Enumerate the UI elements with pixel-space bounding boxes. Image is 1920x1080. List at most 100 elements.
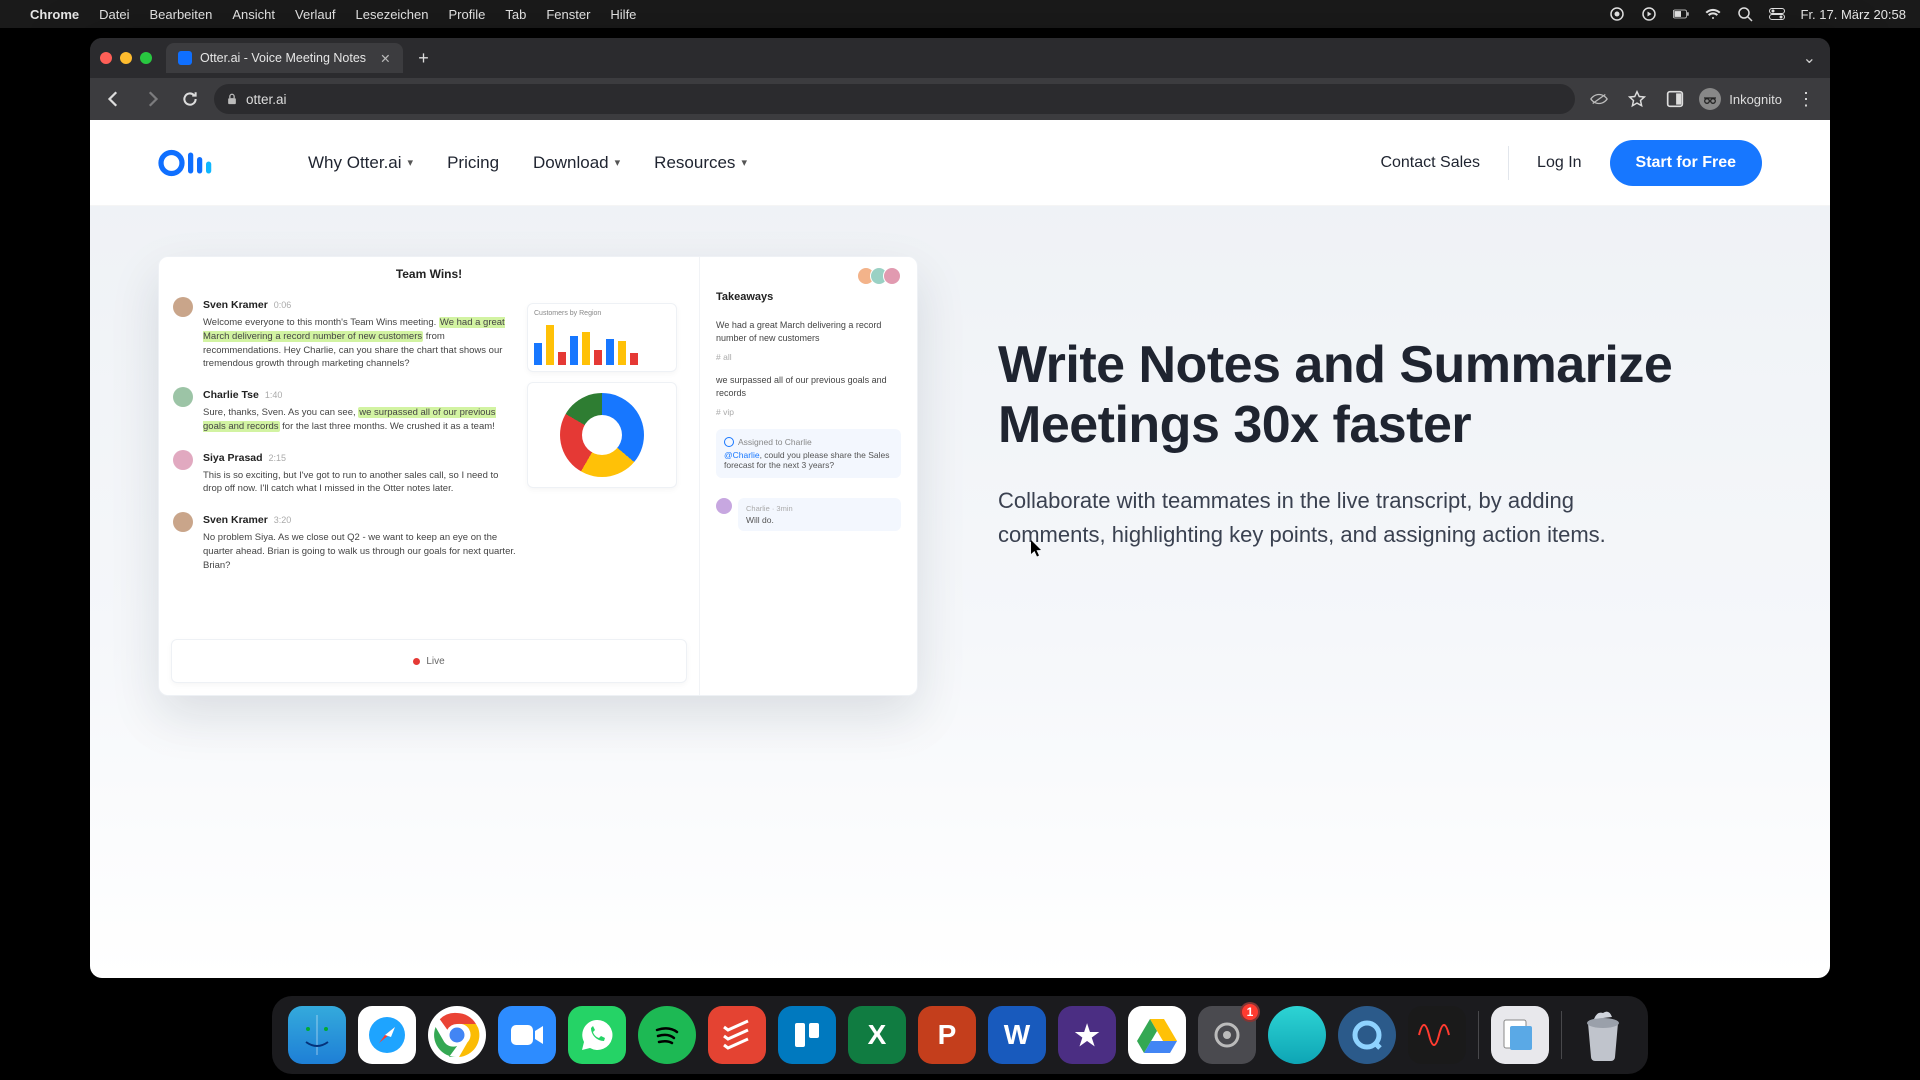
live-indicator: Live (171, 639, 687, 683)
menu-item[interactable]: Bearbeiten (149, 7, 212, 22)
browser-tab[interactable]: Otter.ai - Voice Meeting Notes ✕ (166, 43, 403, 73)
todoist-icon[interactable] (708, 1006, 766, 1064)
clock[interactable]: Fr. 17. März 20:58 (1801, 7, 1907, 22)
avatar-icon (173, 450, 193, 470)
nav-contact[interactable]: Contact Sales (1380, 154, 1480, 172)
nav-pricing[interactable]: Pricing (447, 153, 499, 173)
transcript-row: Siya Prasad2:15This is so exciting, but … (173, 448, 519, 497)
chrome-window: Otter.ai - Voice Meeting Notes ✕ + ⌄ ott… (90, 38, 1830, 978)
back-button[interactable] (100, 85, 128, 113)
close-window-button[interactable] (100, 52, 112, 64)
menu-item[interactable]: Fenster (546, 7, 590, 22)
nav-why[interactable]: Why Otter.ai▾ (308, 153, 413, 173)
settings-icon[interactable]: 1 (1198, 1006, 1256, 1064)
cta-start-free[interactable]: Start for Free (1610, 140, 1762, 186)
imovie-icon[interactable]: ★ (1058, 1006, 1116, 1064)
minimize-window-button[interactable] (120, 52, 132, 64)
quicktime-icon[interactable] (1338, 1006, 1396, 1064)
macos-menubar: Chrome Datei Bearbeiten Ansicht Verlauf … (0, 0, 1920, 28)
favicon-icon (178, 51, 192, 65)
avatar-icon (173, 512, 193, 532)
notification-badge: 1 (1240, 1002, 1260, 1022)
page-content: Why Otter.ai▾ Pricing Download▾ Resource… (90, 120, 1830, 978)
powerpoint-icon[interactable]: P (918, 1006, 976, 1064)
chevron-down-icon: ▾ (408, 156, 414, 169)
reload-button[interactable] (176, 85, 204, 113)
menu-item[interactable]: Tab (505, 7, 526, 22)
otter-logo[interactable] (158, 143, 248, 183)
avatar-icon (716, 498, 732, 514)
profile-chip[interactable]: Inkognito (1699, 88, 1782, 110)
dock-separator (1561, 1011, 1562, 1059)
takeaway-item: we surpassed all of our previous goals a… (716, 374, 901, 399)
hero-heading: Write Notes and Summarize Meetings 30x f… (998, 336, 1762, 456)
chevron-down-icon: ▾ (615, 156, 621, 169)
finder-icon[interactable] (288, 1006, 346, 1064)
site-header: Why Otter.ai▾ Pricing Download▾ Resource… (90, 120, 1830, 206)
transcript-row: Sven Kramer0:06Welcome everyone to this … (173, 295, 519, 371)
safari-icon[interactable] (358, 1006, 416, 1064)
trash-icon[interactable] (1574, 1006, 1632, 1064)
lock-icon (226, 93, 238, 105)
word-icon[interactable]: W (988, 1006, 1046, 1064)
action-item: Assigned to Charlie @Charlie, could you … (716, 429, 901, 478)
address-bar[interactable]: otter.ai (214, 84, 1575, 114)
new-tab-button[interactable]: + (411, 45, 437, 71)
preview-icon[interactable] (1491, 1006, 1549, 1064)
transcript-row: Sven Kramer3:20No problem Siya. As we cl… (173, 510, 519, 572)
incognito-eye-icon[interactable] (1585, 85, 1613, 113)
maximize-window-button[interactable] (140, 52, 152, 64)
avatar-icon (173, 297, 193, 317)
voice-memos-icon[interactable] (1408, 1006, 1466, 1064)
menu-item[interactable]: Ansicht (232, 7, 275, 22)
tab-close-icon[interactable]: ✕ (380, 51, 390, 66)
menu-item[interactable]: Datei (99, 7, 129, 22)
trello-icon[interactable] (778, 1006, 836, 1064)
whatsapp-icon[interactable] (568, 1006, 626, 1064)
play-icon[interactable] (1641, 6, 1657, 22)
takeaways-title: Takeaways (716, 291, 901, 303)
zoom-icon[interactable] (498, 1006, 556, 1064)
bookmark-star-icon[interactable] (1623, 85, 1651, 113)
record-icon[interactable] (1609, 6, 1625, 22)
nav-resources[interactable]: Resources▾ (654, 153, 747, 173)
transcript-row: Charlie Tse1:40Sure, thanks, Sven. As yo… (173, 385, 519, 434)
search-icon[interactable] (1737, 6, 1753, 22)
window-controls (100, 52, 152, 64)
spotify-icon[interactable] (638, 1006, 696, 1064)
incognito-icon (1699, 88, 1721, 110)
kebab-menu-icon[interactable]: ⋮ (1792, 85, 1820, 113)
menu-item[interactable]: Hilfe (610, 7, 636, 22)
profile-label: Inkognito (1729, 92, 1782, 107)
avatar-icon (173, 387, 193, 407)
menu-item[interactable]: Profile (449, 7, 486, 22)
nav-login[interactable]: Log In (1537, 154, 1581, 172)
menu-app[interactable]: Chrome (30, 7, 79, 22)
google-drive-icon[interactable] (1128, 1006, 1186, 1064)
live-dot-icon (413, 658, 420, 665)
bar-chart: Customers by Region (527, 303, 677, 372)
chevron-down-icon: ▾ (741, 156, 747, 169)
forward-button[interactable] (138, 85, 166, 113)
comment-reply: Charlie · 3min Will do. (716, 498, 901, 531)
tabs-overflow-icon[interactable]: ⌄ (1803, 48, 1820, 68)
wifi-icon[interactable] (1705, 6, 1721, 22)
checkbox-icon (724, 437, 734, 447)
participant-avatars (862, 267, 901, 285)
battery-icon[interactable] (1673, 6, 1689, 22)
app-generic-icon[interactable] (1268, 1006, 1326, 1064)
control-center-icon[interactable] (1769, 6, 1785, 22)
chrome-icon[interactable] (428, 1006, 486, 1064)
menu-item[interactable]: Lesezeichen (356, 7, 429, 22)
menu-item[interactable]: Verlauf (295, 7, 335, 22)
divider (1508, 146, 1509, 180)
nav-download[interactable]: Download▾ (533, 153, 620, 173)
side-panel-icon[interactable] (1661, 85, 1689, 113)
url-text: otter.ai (246, 92, 287, 107)
tabstrip: Otter.ai - Voice Meeting Notes ✕ + ⌄ (90, 38, 1830, 78)
dock-separator (1478, 1011, 1479, 1059)
desktop: Otter.ai - Voice Meeting Notes ✕ + ⌄ ott… (0, 28, 1920, 985)
browser-toolbar: otter.ai Inkognito ⋮ (90, 78, 1830, 120)
macos-dock: X P W ★ 1 (272, 996, 1648, 1074)
excel-icon[interactable]: X (848, 1006, 906, 1064)
